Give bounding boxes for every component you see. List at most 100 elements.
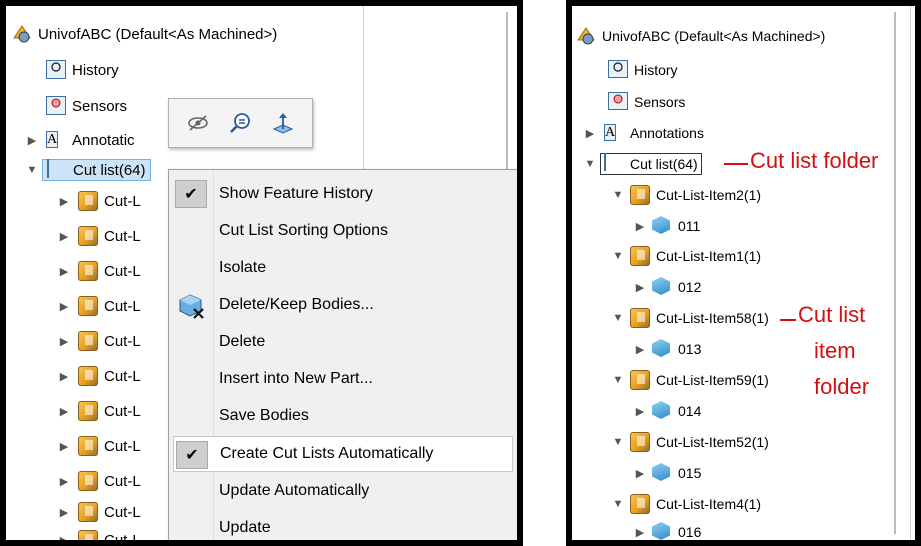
tree-item-body[interactable]: ▶ 012 — [634, 275, 701, 299]
expand-arrow-icon[interactable]: ▶ — [634, 526, 646, 539]
menu-item-delete[interactable]: Delete — [169, 324, 517, 360]
tree-item-cut-list-item[interactable]: ▶ Cut-L — [58, 500, 141, 524]
menu-item-update[interactable]: Update — [169, 510, 517, 540]
tree-item-cut-list[interactable]: ▼ Cut list(64) — [26, 158, 151, 182]
cut-list-item-icon — [78, 502, 98, 522]
menu-item-label: Show Feature History — [219, 185, 373, 202]
menu-item-show-feature-history[interactable]: ✔ Show Feature History — [169, 176, 517, 212]
tree-item-cut-list-item[interactable]: ▶ Cut-L — [58, 469, 141, 493]
expand-arrow-icon[interactable]: ▶ — [634, 405, 646, 418]
cut-list-item-icon — [630, 494, 650, 514]
expand-arrow-icon[interactable]: ▶ — [58, 230, 70, 243]
tree-item-annotations[interactable]: ▶ A Annotatic — [26, 128, 135, 152]
tree-item-cut-list[interactable]: ▼ Cut list(64) — [584, 152, 702, 176]
tree-item-cut-list-item[interactable]: ▶ Cut-L — [58, 528, 141, 541]
normal-to-icon[interactable] — [269, 109, 297, 137]
tree-item-body[interactable]: ▶ 011 — [634, 214, 700, 238]
tree-item-cut-list-item[interactable]: ▶ Cut-L — [58, 189, 141, 213]
hide-eye-icon[interactable] — [184, 109, 212, 137]
menu-item-create-cut-lists-automatically[interactable]: ✔ Create Cut Lists Automatically — [173, 436, 513, 472]
tree-item-cut-list-item[interactable]: ▼ Cut-List-Item4(1) — [612, 492, 761, 516]
tree-item-body[interactable]: ▶ 013 — [634, 337, 701, 361]
sensors-label: Sensors — [72, 97, 128, 115]
collapse-arrow-icon[interactable]: ▼ — [612, 436, 624, 448]
delete-keep-bodies-icon — [179, 293, 205, 324]
tree-item-body[interactable]: ▶ 015 — [634, 461, 701, 485]
expand-arrow-icon[interactable]: ▶ — [58, 195, 70, 208]
zoom-to-selection-icon[interactable] — [226, 109, 254, 137]
tree-root-label: UnivofABC (Default<As Machined>) — [602, 28, 826, 44]
collapse-arrow-icon[interactable]: ▼ — [612, 498, 624, 510]
vertical-scrollbar[interactable] — [894, 12, 896, 534]
menu-item-update-automatically[interactable]: Update Automatically — [169, 473, 517, 509]
cut-list-selected[interactable]: Cut list(64) — [42, 159, 151, 181]
tree-item-sensors[interactable]: Sensors — [608, 90, 685, 114]
expand-arrow-icon[interactable]: ▶ — [634, 343, 646, 356]
tree-item-cut-list-item[interactable]: ▼ Cut-List-Item58(1) — [612, 306, 769, 330]
tree-item-cut-list-item[interactable]: ▶ Cut-L — [58, 224, 141, 248]
expand-arrow-icon[interactable]: ▶ — [584, 127, 596, 140]
expand-arrow-icon[interactable]: ▶ — [58, 534, 70, 541]
tree-root[interactable]: UnivofABC (Default<As Machined>) — [12, 22, 277, 46]
tree-item-cut-list-item[interactable]: ▼ Cut-List-Item59(1) — [612, 368, 769, 392]
expand-arrow-icon[interactable]: ▶ — [58, 440, 70, 453]
collapse-arrow-icon[interactable]: ▼ — [26, 164, 38, 176]
body-label: 012 — [678, 279, 702, 295]
cut-list-item-label: Cut-List-Item58(1) — [656, 310, 769, 326]
solid-body-icon — [652, 216, 672, 236]
tree-item-cut-list-item[interactable]: ▶ Cut-L — [58, 294, 141, 318]
menu-item-label: Insert into New Part... — [219, 370, 373, 387]
cut-list-item-label: Cut-List-Item52(1) — [656, 434, 769, 450]
context-toolbar — [168, 98, 313, 148]
expand-arrow-icon[interactable]: ▶ — [58, 335, 70, 348]
tree-item-cut-list-item[interactable]: ▼ Cut-List-Item2(1) — [612, 183, 761, 207]
menu-item-label: Cut List Sorting Options — [219, 222, 388, 239]
collapse-arrow-icon[interactable]: ▼ — [584, 158, 596, 170]
expand-arrow-icon[interactable]: ▶ — [634, 220, 646, 233]
collapse-arrow-icon[interactable]: ▼ — [612, 312, 624, 324]
expand-arrow-icon[interactable]: ▶ — [58, 370, 70, 383]
menu-item-delete-keep-bodies[interactable]: Delete/Keep Bodies... — [169, 287, 517, 324]
collapse-arrow-icon[interactable]: ▼ — [612, 250, 624, 262]
expand-arrow-icon[interactable]: ▶ — [26, 134, 38, 147]
cut-list-folder-icon — [47, 159, 67, 180]
tree-item-body[interactable]: ▶ 014 — [634, 399, 701, 423]
menu-item-insert-into-new-part[interactable]: Insert into New Part... — [169, 361, 517, 397]
sensors-icon — [46, 96, 66, 116]
tree-item-history[interactable]: History — [46, 58, 119, 82]
tree-item-cut-list-item[interactable]: ▶ Cut-L — [58, 259, 141, 283]
tree-item-cut-list-item[interactable]: ▶ Cut-L — [58, 434, 141, 458]
tree-item-annotations[interactable]: ▶ A Annotations — [584, 121, 704, 145]
cut-list-item-label: Cut-List-Item59(1) — [656, 372, 769, 388]
menu-item-save-bodies[interactable]: Save Bodies — [169, 398, 517, 434]
solid-body-icon — [652, 339, 672, 359]
expand-arrow-icon[interactable]: ▶ — [634, 467, 646, 480]
collapse-arrow-icon[interactable]: ▼ — [612, 189, 624, 201]
menu-item-cut-list-sorting-options[interactable]: Cut List Sorting Options — [169, 213, 517, 249]
cut-list-selected[interactable]: Cut list(64) — [600, 153, 702, 175]
expand-arrow-icon[interactable]: ▶ — [58, 265, 70, 278]
tree-item-history[interactable]: History — [608, 58, 678, 82]
tree-item-cut-list-item[interactable]: ▶ Cut-L — [58, 399, 141, 423]
expand-arrow-icon[interactable]: ▶ — [58, 506, 70, 519]
cut-list-item-label: Cut-L — [104, 402, 141, 420]
cut-list-item-label: Cut-L — [104, 332, 141, 350]
annotations-label: Annotatic — [72, 131, 135, 149]
expand-arrow-icon[interactable]: ▶ — [58, 405, 70, 418]
menu-item-isolate[interactable]: Isolate — [169, 250, 517, 286]
tree-item-body[interactable]: ▶ 016 — [634, 520, 701, 540]
tree-item-cut-list-item[interactable]: ▶ Cut-L — [58, 329, 141, 353]
cut-list-folder-icon — [604, 153, 624, 174]
cut-list-item-icon — [78, 530, 98, 540]
collapse-arrow-icon[interactable]: ▼ — [612, 374, 624, 386]
tree-item-cut-list-item[interactable]: ▼ Cut-List-Item1(1) — [612, 244, 761, 268]
expand-arrow-icon[interactable]: ▶ — [634, 281, 646, 294]
expand-arrow-icon[interactable]: ▶ — [58, 475, 70, 488]
tree-item-sensors[interactable]: Sensors — [46, 94, 127, 118]
expand-arrow-icon[interactable]: ▶ — [58, 300, 70, 313]
tree-item-cut-list-item[interactable]: ▼ Cut-List-Item52(1) — [612, 430, 769, 454]
tree-root[interactable]: UnivofABC (Default<As Machined>) — [576, 24, 825, 48]
annotations-label: Annotations — [630, 125, 704, 141]
cut-list-item-label: Cut-List-Item2(1) — [656, 187, 762, 203]
tree-item-cut-list-item[interactable]: ▶ Cut-L — [58, 364, 141, 388]
